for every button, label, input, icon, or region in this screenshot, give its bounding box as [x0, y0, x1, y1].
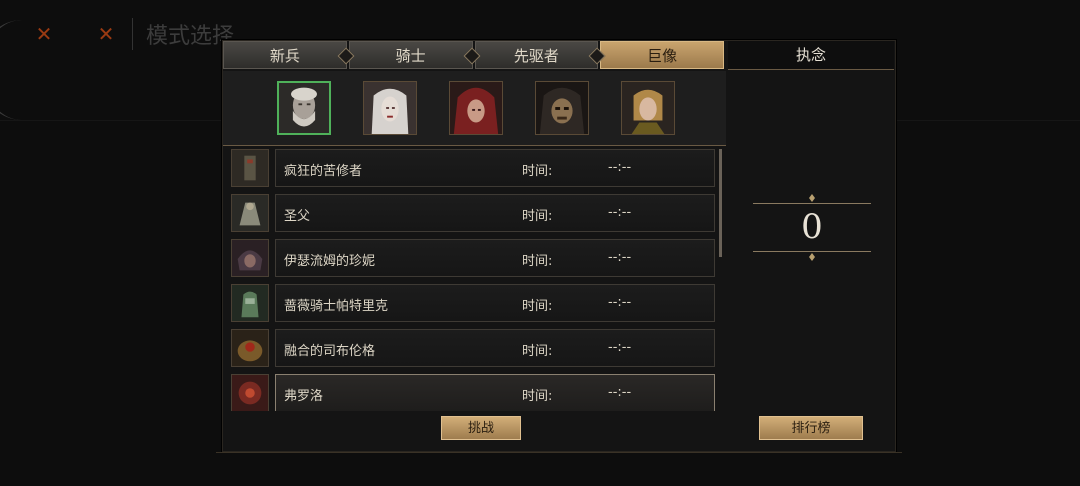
time-label: 时间:	[522, 389, 553, 404]
mode-panel: 新兵 骑士 先驱者 巨像 执念 疯狂的苦修者 时间: --:-- 圣父 时间: …	[222, 40, 896, 452]
list-item-body: 蔷薇骑士帕特里克 时间: --:--	[275, 284, 715, 322]
boss-name: 疯狂的苦修者	[284, 164, 363, 179]
time-value: --:--	[608, 160, 632, 175]
ornament-icon	[803, 253, 821, 261]
tab-knight[interactable]: 骑士	[348, 41, 480, 69]
boss-name: 圣父	[284, 209, 311, 224]
blonde-figure-portrait[interactable]	[621, 81, 675, 135]
old-man-portrait[interactable]	[277, 81, 331, 135]
background-arc	[0, 20, 26, 120]
boss-thumbnail	[231, 329, 269, 367]
tab-label: 骑士	[395, 47, 426, 65]
list-item[interactable]: 蔷薇骑士帕特里克 时间: --:--	[227, 284, 717, 322]
time-label: 时间:	[522, 254, 553, 269]
time-value: --:--	[608, 250, 632, 265]
time-value: --:--	[608, 340, 632, 355]
list-item[interactable]: 疯狂的苦修者 时间: --:--	[227, 149, 717, 187]
time-value: --:--	[608, 385, 632, 400]
time-label: 时间:	[522, 209, 553, 224]
boss-name: 弗罗洛	[284, 389, 324, 404]
tab-label: 巨像	[647, 47, 678, 65]
list-item-body: 圣父 时间: --:--	[275, 194, 715, 232]
time-label: 时间:	[522, 299, 553, 314]
score-value: 0	[801, 207, 823, 247]
character-portraits	[223, 71, 726, 146]
time-label: 时间:	[522, 344, 553, 359]
list-item[interactable]: 圣父 时间: --:--	[227, 194, 717, 232]
difficulty-tabs: 新兵 骑士 先驱者 巨像	[223, 41, 726, 71]
boss-thumbnail	[231, 194, 269, 232]
score-divider	[753, 203, 871, 204]
tab-label: 先驱者	[513, 47, 559, 65]
list-item-body: 弗罗洛 时间: --:--	[275, 374, 715, 411]
leaderboard-button[interactable]: 排行榜	[759, 416, 863, 440]
boss-name: 伊瑟流姆的珍妮	[284, 254, 376, 269]
challenge-button[interactable]: 挑战	[441, 416, 521, 440]
tab-recruit[interactable]: 新兵	[223, 41, 355, 69]
tab-label: 新兵	[269, 47, 300, 65]
time-label: 时间:	[522, 164, 553, 179]
tab-colossus[interactable]: 巨像	[600, 41, 724, 69]
boss-thumbnail	[231, 374, 269, 411]
boss-thumbnail	[231, 149, 269, 187]
silver-hair-woman-portrait[interactable]	[363, 81, 417, 135]
boss-thumbnail	[231, 239, 269, 277]
background-divider	[132, 18, 133, 50]
time-value: --:--	[608, 295, 632, 310]
time-value: --:--	[608, 205, 632, 220]
boss-thumbnail	[231, 284, 269, 322]
list-item-body: 融合的司布伦格 时间: --:--	[275, 329, 715, 367]
right-panel-title: 执念	[728, 41, 894, 70]
list-item-body: 伊瑟流姆的珍妮 时间: --:--	[275, 239, 715, 277]
boss-name: 蔷薇骑士帕特里克	[284, 299, 389, 314]
list-item[interactable]: 弗罗洛 时间: --:--	[227, 374, 717, 411]
list-scrollbar[interactable]	[719, 149, 722, 257]
background-title: 模式选择	[146, 24, 235, 49]
tab-pioneer[interactable]: 先驱者	[474, 41, 606, 69]
red-hood-portrait[interactable]	[449, 81, 503, 135]
close-icon[interactable]: ✕	[32, 22, 56, 46]
list-item[interactable]: 伊瑟流姆的珍妮 时间: --:--	[227, 239, 717, 277]
close-icon-secondary[interactable]: ✕	[94, 22, 118, 46]
boss-list[interactable]: 疯狂的苦修者 时间: --:-- 圣父 时间: --:-- 伊瑟流姆的珍妮 时间…	[227, 149, 719, 411]
list-item[interactable]: 融合的司布伦格 时间: --:--	[227, 329, 717, 367]
boss-name: 融合的司布伦格	[284, 344, 376, 359]
list-item-body: 疯狂的苦修者 时间: --:--	[275, 149, 715, 187]
panel-bottom-line	[216, 452, 902, 453]
ornament-icon	[803, 194, 821, 202]
score-display: 0	[753, 189, 871, 265]
masked-figure-portrait[interactable]	[535, 81, 589, 135]
